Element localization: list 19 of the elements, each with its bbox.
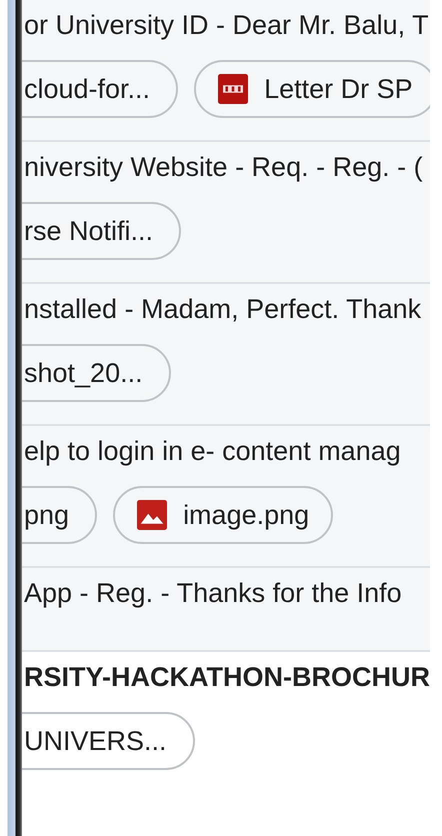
email-row[interactable]: App - Reg. - Thanks for the Info — [22, 568, 430, 652]
email-snippet: App - Reg. - Thanks for the Info — [23, 577, 403, 610]
attachment-chip[interactable]: image.png — [113, 486, 334, 544]
email-snippet: elp to login in e- content manag — [23, 435, 402, 468]
attachment-chip[interactable]: png — [22, 486, 98, 544]
email-snippet: RSITY-HACKATHON-BROCHUR — [23, 661, 430, 694]
email-snippet: niversity Website - Req. - Reg. - ( — [23, 151, 424, 184]
email-row[interactable]: nstalled - Madam, Perfect. Thank shot_20... — [22, 284, 430, 426]
attachment-chip[interactable]: Letter Dr SP — [194, 60, 430, 118]
email-row[interactable]: niversity Website - Req. - Reg. - ( rse Notifi... — [22, 142, 430, 284]
email-snippet: nstalled - Madam, Perfect. Thank — [23, 293, 422, 326]
email-row[interactable]: elp to login in e- content manag png image.png — [22, 426, 430, 568]
pdf-file-icon — [218, 74, 248, 104]
email-snippet: or University ID - Dear Mr. Balu, T — [23, 9, 430, 42]
attachment-chip[interactable]: UNIVERS... — [22, 712, 195, 770]
attachment-chip[interactable]: rse Notifi... — [22, 202, 182, 260]
attachment-chip[interactable]: cloud-for... — [22, 60, 178, 118]
image-file-icon — [137, 500, 168, 530]
attachment-chip[interactable]: shot_20... — [22, 344, 171, 402]
